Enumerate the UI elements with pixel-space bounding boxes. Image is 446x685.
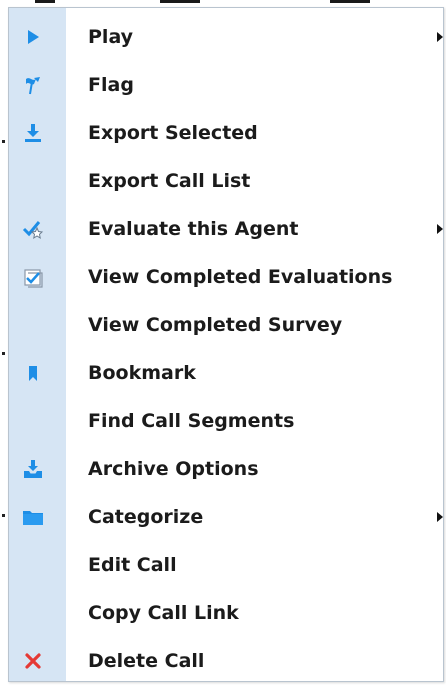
- submenu-arrow-icon: [437, 224, 443, 234]
- background-fragment: [35, 0, 55, 3]
- menu-item-label: Archive Options: [88, 458, 259, 480]
- evaluate-star-icon: [21, 217, 45, 241]
- play-icon: [21, 25, 45, 49]
- menu-item-export-call-list[interactable]: Export Call List: [9, 157, 443, 205]
- menu-item-view-completed-evaluations[interactable]: View Completed Evaluations: [9, 253, 443, 301]
- archive-tray-icon: [21, 457, 45, 481]
- menu-item-delete-call[interactable]: Delete Call: [9, 637, 443, 685]
- background-fragment: [2, 514, 5, 517]
- menu-item-label: View Completed Survey: [88, 314, 343, 336]
- menu-item-label: Find Call Segments: [88, 410, 295, 432]
- menu-item-label: Categorize: [88, 506, 204, 528]
- menu-item-archive-options[interactable]: Archive Options: [9, 445, 443, 493]
- menu-item-export-selected[interactable]: Export Selected: [9, 109, 443, 157]
- menu-item-flag[interactable]: Flag: [9, 61, 443, 109]
- close-x-icon: [21, 649, 45, 673]
- submenu-arrow-icon: [437, 512, 443, 522]
- menu-item-play[interactable]: Play: [9, 13, 443, 61]
- menu-item-bookmark[interactable]: Bookmark: [9, 349, 443, 397]
- menu-item-label: Bookmark: [88, 362, 196, 384]
- menu-item-label: Delete Call: [88, 650, 205, 672]
- bookmark-icon: [21, 361, 45, 385]
- menu-item-label: Play: [88, 26, 134, 48]
- menu-item-label: Export Selected: [88, 122, 258, 144]
- menu-item-label: Edit Call: [88, 554, 177, 576]
- background-fragment: [2, 352, 5, 355]
- menu-item-edit-call[interactable]: Edit Call: [9, 541, 443, 589]
- download-icon: [21, 121, 45, 145]
- background-fragment: [2, 140, 5, 143]
- submenu-arrow-icon: [437, 32, 443, 42]
- menu-item-label: Copy Call Link: [88, 602, 239, 624]
- context-menu: Play Flag Export Selected Export Call Li…: [8, 7, 444, 682]
- menu-item-label: View Completed Evaluations: [88, 266, 393, 288]
- checklist-icon: [21, 265, 45, 289]
- menu-item-label: Flag: [88, 74, 134, 96]
- menu-item-find-call-segments[interactable]: Find Call Segments: [9, 397, 443, 445]
- background-fragment: [330, 0, 370, 3]
- background-fragment: [160, 0, 200, 3]
- menu-item-copy-call-link[interactable]: Copy Call Link: [9, 589, 443, 637]
- menu-item-label: Evaluate this Agent: [88, 218, 299, 240]
- menu-item-label: Export Call List: [88, 170, 251, 192]
- flag-icon: [21, 73, 45, 97]
- menu-item-categorize[interactable]: Categorize: [9, 493, 443, 541]
- menu-item-evaluate-agent[interactable]: Evaluate this Agent: [9, 205, 443, 253]
- folder-icon: [21, 505, 45, 529]
- menu-item-view-completed-survey[interactable]: View Completed Survey: [9, 301, 443, 349]
